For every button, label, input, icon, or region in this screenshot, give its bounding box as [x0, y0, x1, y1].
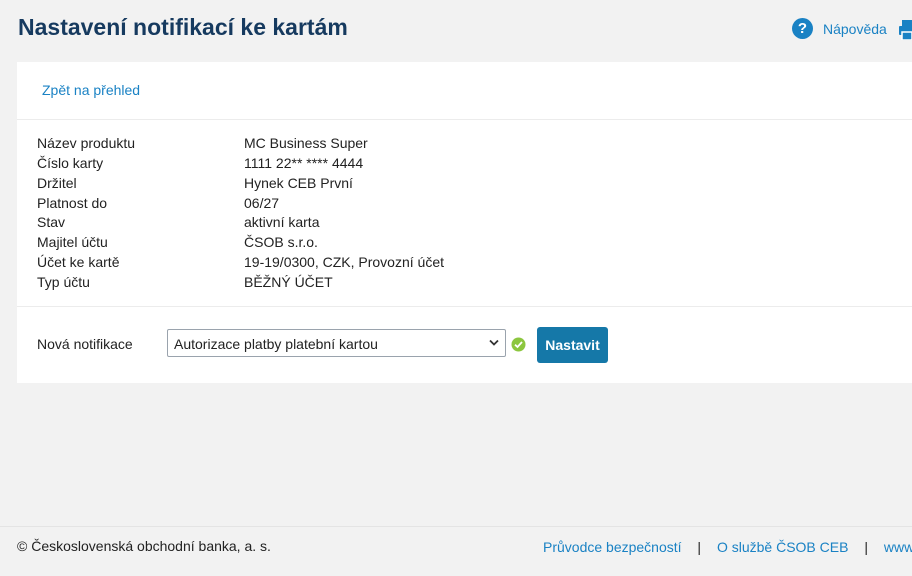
- detail-row: Majitel účtu ČSOB s.r.o.: [37, 233, 444, 253]
- detail-label: Stav: [37, 214, 66, 231]
- question-circle-icon: ?: [792, 18, 813, 39]
- detail-value: 19-19/0300, CZK, Provozní účet: [244, 254, 444, 271]
- divider: [17, 306, 912, 307]
- detail-value: 06/27: [244, 194, 280, 211]
- detail-row: Stav aktivní karta: [37, 213, 444, 233]
- detail-label: Držitel: [37, 174, 77, 191]
- detail-label: Účet ke kartě: [37, 254, 120, 271]
- page: Nastavení notifikací ke kartám ? Nápověd…: [0, 0, 912, 576]
- detail-row: Typ účtu BĚŽNÝ ÚČET: [37, 273, 444, 293]
- footer-link-website[interactable]: www.cs: [884, 539, 912, 555]
- detail-value: BĚŽNÝ ÚČET: [244, 273, 333, 290]
- footer-links: Průvodce bezpečností | O službě ČSOB CEB…: [543, 539, 912, 555]
- new-notification-label: Nová notifikace: [37, 336, 133, 352]
- detail-row: Účet ke kartě 19-19/0300, CZK, Provozní …: [37, 253, 444, 273]
- footer-separator: |: [697, 539, 702, 555]
- notification-type-select[interactable]: Autorizace platby platební kartou: [167, 329, 506, 357]
- card-panel: Zpět na přehled Název produktu MC Busine…: [17, 62, 912, 383]
- detail-label: Majitel účtu: [37, 234, 108, 251]
- select-value: Autorizace platby platební kartou: [174, 336, 378, 352]
- copyright-text: © Československá obchodní banka, a. s.: [17, 538, 271, 554]
- printer-icon[interactable]: [898, 20, 912, 40]
- detail-value: MC Business Super: [244, 135, 368, 151]
- detail-value: aktivní karta: [244, 214, 320, 231]
- detail-label: Typ účtu: [37, 273, 90, 290]
- chevron-down-icon: [489, 339, 499, 346]
- card-details: Název produktu MC Business Super Číslo k…: [37, 134, 444, 293]
- detail-value: Hynek CEB První: [244, 174, 353, 191]
- set-notification-button[interactable]: Nastavit: [537, 327, 608, 363]
- detail-label: Platnost do: [37, 194, 108, 211]
- detail-row: Platnost do 06/27: [37, 194, 444, 214]
- detail-row: Číslo karty 1111 22** **** 4444: [37, 154, 444, 174]
- page-title: Nastavení notifikací ke kartám: [18, 14, 348, 40]
- detail-label: Název produktu: [37, 135, 136, 151]
- detail-label: Číslo karty: [37, 154, 104, 171]
- help-label: Nápověda: [823, 20, 887, 37]
- detail-row: Název produktu MC Business Super: [37, 134, 444, 154]
- footer-link-about-service[interactable]: O službě ČSOB CEB: [717, 539, 849, 555]
- check-circle-icon: [511, 337, 526, 352]
- divider: [17, 119, 912, 120]
- help-link[interactable]: ? Nápověda: [792, 18, 887, 39]
- footer-separator: |: [864, 539, 868, 555]
- detail-row: Držitel Hynek CEB První: [37, 174, 444, 194]
- detail-value: ČSOB s.r.o.: [244, 234, 318, 251]
- back-to-overview-link[interactable]: Zpět na přehled: [42, 82, 140, 98]
- detail-value: 1111 22** **** 4444: [244, 154, 364, 171]
- footer-link-security-guide[interactable]: Průvodce bezpečností: [543, 539, 682, 555]
- footer-divider: [0, 526, 912, 527]
